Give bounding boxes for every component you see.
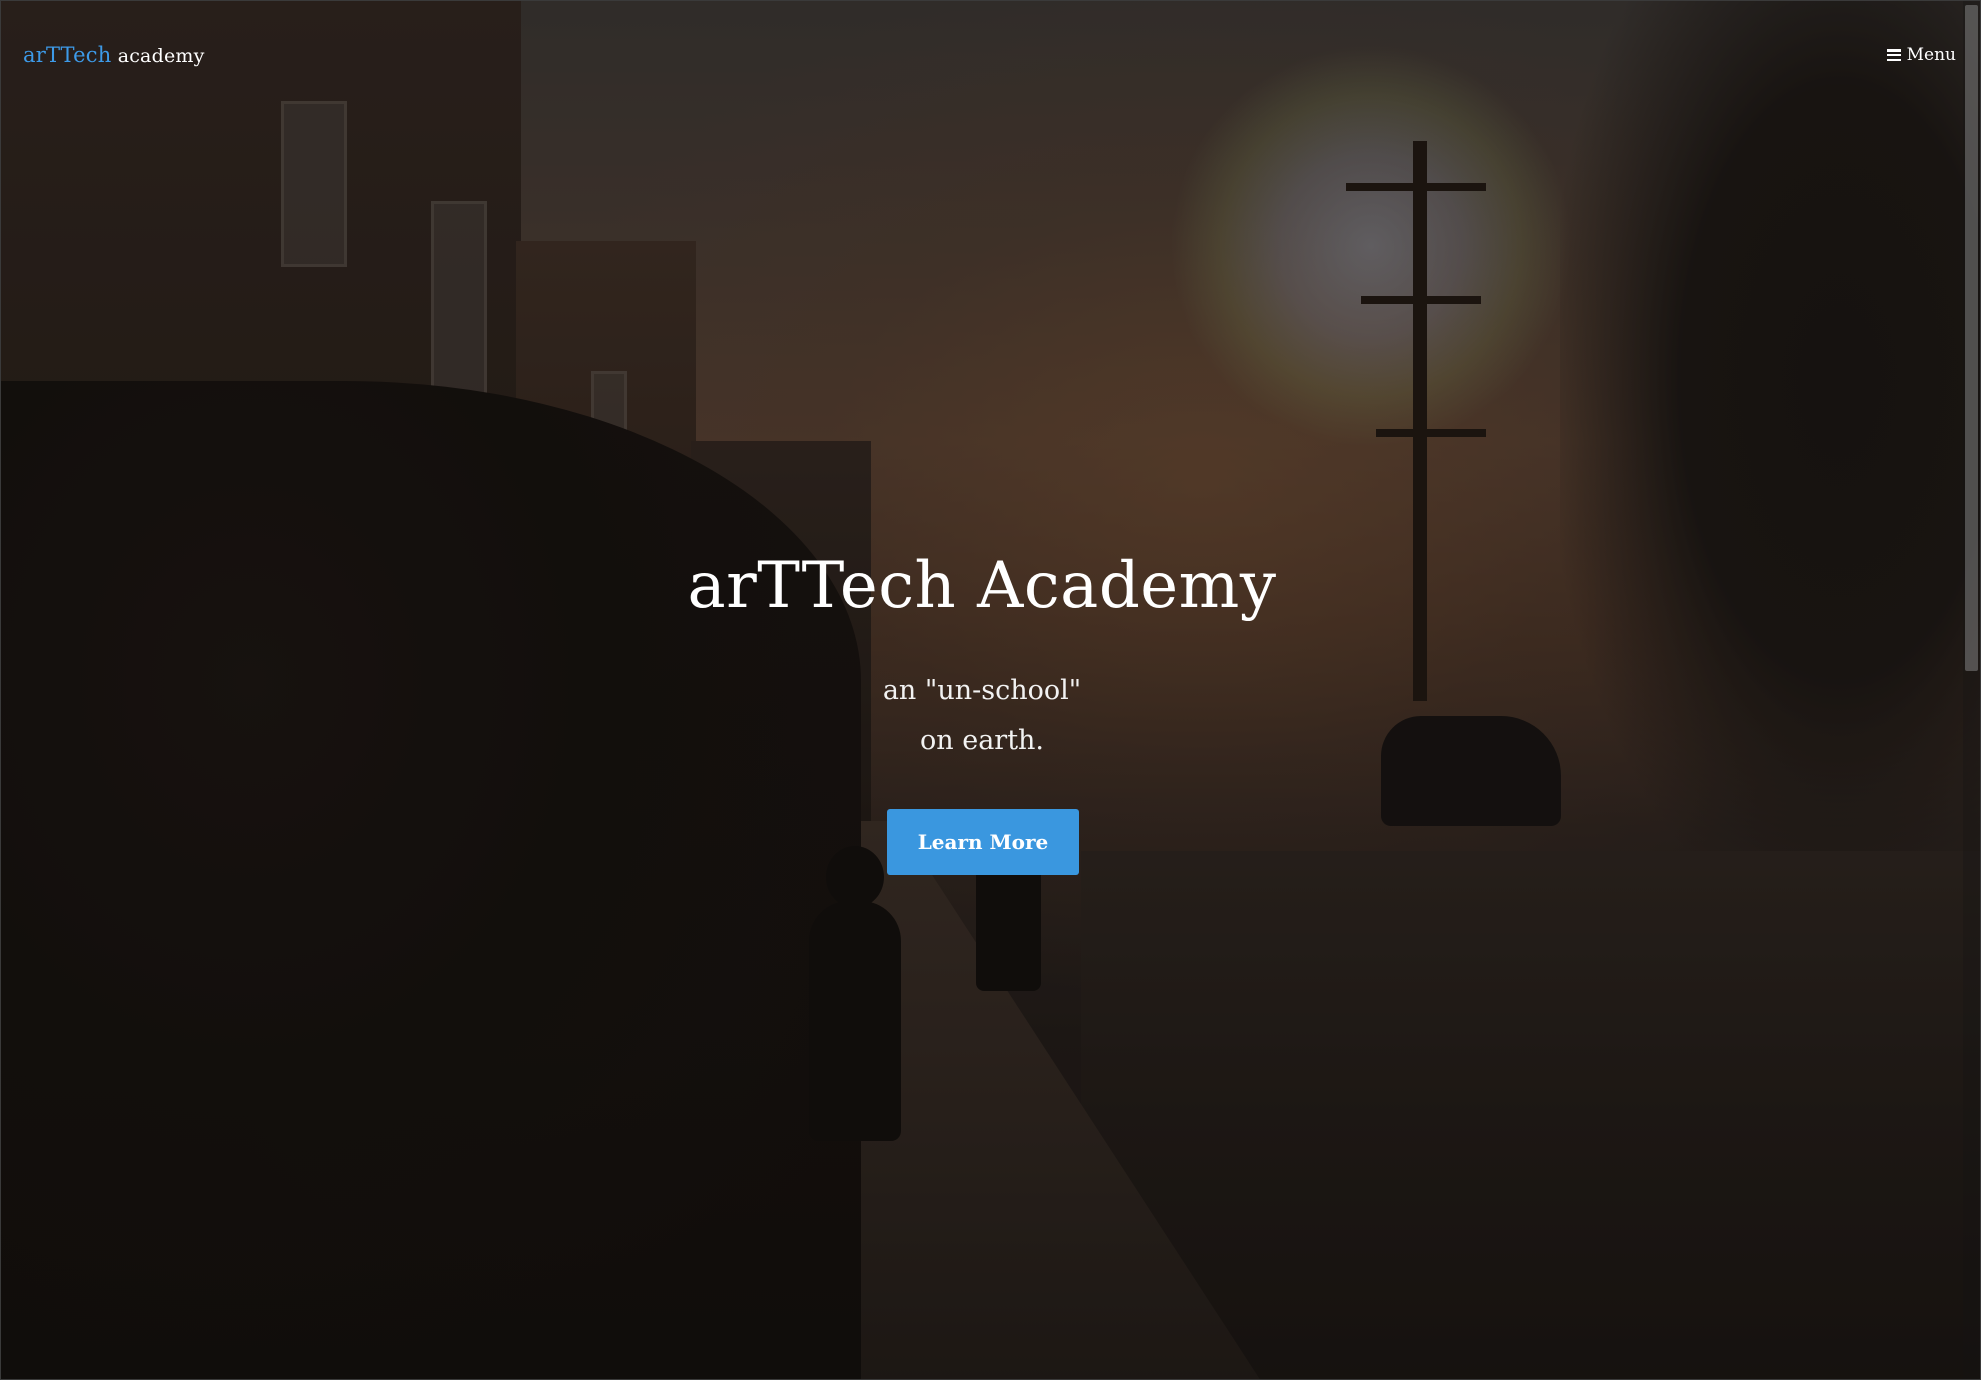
menu-label: Menu	[1906, 45, 1956, 65]
page: arTTech academy Menu arTTech Academy an …	[0, 0, 1981, 1380]
page-scrollbar[interactable]	[1963, 1, 1980, 1379]
hero-subtitle-line-1: an "un-school"	[882, 675, 1082, 706]
hero-title: arTTech Academy	[687, 549, 1277, 623]
learn-more-button[interactable]: Learn More	[887, 809, 1079, 875]
bars-icon	[1886, 49, 1901, 61]
brand-rest-text: academy	[111, 45, 205, 67]
hero-subtitle-line-2: on earth.	[919, 725, 1045, 756]
brand-logo-link[interactable]: arTTech academy	[23, 43, 205, 67]
scrollbar-thumb[interactable]	[1965, 5, 1978, 671]
hero-subtitle: an "un-school" on earth.	[1, 666, 1963, 766]
menu-toggle-button[interactable]: Menu	[1886, 45, 1956, 65]
brand-accent-text: arTTech	[23, 43, 112, 67]
